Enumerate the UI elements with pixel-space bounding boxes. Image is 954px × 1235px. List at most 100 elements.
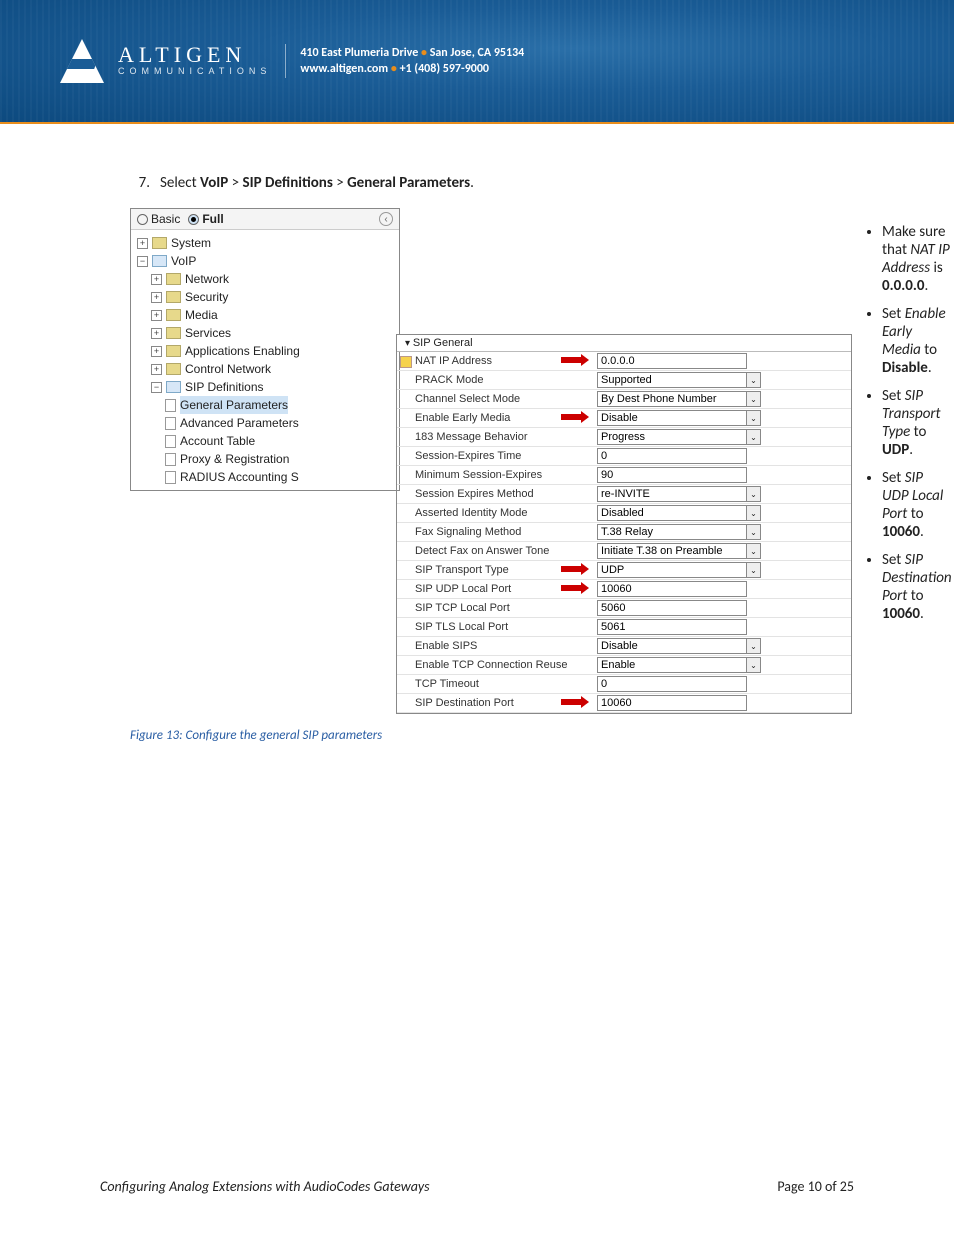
highlight-arrow-icon: [561, 696, 589, 708]
nav-tree-screenshot: Basic Full ‹ +System −VoIP +Network +Sec…: [130, 208, 400, 491]
highlight-arrow-icon: [561, 354, 589, 366]
form-row: SIP Transport Type⌄: [397, 561, 851, 580]
brand-name: ALTIGEN: [118, 44, 271, 66]
form-select[interactable]: [597, 657, 747, 673]
brand-subtitle: COMMUNICATIONS: [118, 66, 271, 78]
chevron-down-icon[interactable]: ⌄: [747, 486, 761, 502]
mode-basic-radio[interactable]: Basic: [137, 212, 180, 226]
form-select[interactable]: [597, 410, 747, 426]
form-row: SIP TLS Local Port: [397, 618, 851, 637]
form-select[interactable]: [597, 562, 747, 578]
form-label: Enable SIPS: [397, 638, 597, 654]
bullet-udp-port: Set SIP UDP Local Port to 10060.: [882, 469, 952, 541]
settings-bullets: Make sure that NAT IP Address is 0.0.0.0…: [876, 223, 952, 633]
tree-item-proxy-registration[interactable]: Proxy & Registration: [137, 450, 393, 468]
footer-title: Configuring Analog Extensions with Audio…: [100, 1178, 430, 1195]
form-select[interactable]: [597, 429, 747, 445]
form-label: Detect Fax on Answer Tone: [397, 543, 597, 559]
step-number: 7.: [130, 174, 150, 192]
form-row: SIP TCP Local Port: [397, 599, 851, 618]
tree-item-voip[interactable]: −VoIP: [137, 252, 393, 270]
form-select[interactable]: [597, 638, 747, 654]
highlight-arrow-icon: [561, 411, 589, 423]
chevron-down-icon[interactable]: ⌄: [747, 562, 761, 578]
form-row: Enable TCP Connection Reuse⌄: [397, 656, 851, 675]
form-select[interactable]: [597, 505, 747, 521]
tree-item-radius-accounting[interactable]: RADIUS Accounting S: [137, 468, 393, 486]
form-value-cell: ⌄: [597, 561, 851, 579]
form-value-cell: ⌄: [597, 428, 851, 446]
chevron-down-icon[interactable]: ⌄: [747, 638, 761, 654]
form-row: 183 Message Behavior ⌄: [397, 428, 851, 447]
form-value-cell: ⌄: [597, 656, 851, 674]
form-value-cell: ⌄: [597, 523, 851, 541]
form-input[interactable]: [597, 600, 747, 616]
form-select[interactable]: [597, 543, 747, 559]
tree-item-account-table[interactable]: Account Table: [137, 432, 393, 450]
chevron-down-icon[interactable]: ⌄: [747, 372, 761, 388]
form-row: Fax Signaling Method ⌄: [397, 523, 851, 542]
form-row: Channel Select Mode⌄: [397, 390, 851, 409]
form-value-cell: ⌄: [597, 485, 851, 503]
form-value-cell: ⌄: [597, 542, 851, 560]
bullet-nat-ip: Make sure that NAT IP Address is 0.0.0.0…: [882, 223, 952, 295]
form-input[interactable]: [597, 353, 747, 369]
tree-item-general-parameters[interactable]: General Parameters: [137, 396, 393, 414]
form-value-cell: [597, 352, 851, 370]
form-label: Minimum Session-Expires: [397, 467, 597, 483]
bullet-dest-port: Set SIP Destination Port to 10060.: [882, 551, 952, 623]
tree-item-control-network[interactable]: +Control Network: [137, 360, 393, 378]
mode-full-radio[interactable]: Full: [188, 212, 223, 226]
form-value-cell: ⌄: [597, 637, 851, 655]
chevron-down-icon[interactable]: ⌄: [747, 505, 761, 521]
form-value-cell: [597, 694, 851, 712]
logo-icon: [60, 39, 104, 83]
form-select[interactable]: [597, 372, 747, 388]
form-row: PRACK Mode ⌄: [397, 371, 851, 390]
chevron-down-icon[interactable]: ⌄: [747, 657, 761, 673]
tree-item-apps[interactable]: +Applications Enabling: [137, 342, 393, 360]
tree-item-services[interactable]: +Services: [137, 324, 393, 342]
form-label: PRACK Mode: [397, 372, 597, 388]
chevron-down-icon[interactable]: ⌄: [747, 429, 761, 445]
form-label: Fax Signaling Method: [397, 524, 597, 540]
form-label: 183 Message Behavior: [397, 429, 597, 445]
tree-item-network[interactable]: +Network: [137, 270, 393, 288]
form-input[interactable]: [597, 467, 747, 483]
form-input[interactable]: [597, 695, 747, 711]
form-label: Session Expires Method: [397, 486, 597, 502]
collapse-icon[interactable]: ‹: [379, 212, 393, 226]
tree-item-system[interactable]: +System: [137, 234, 393, 252]
chevron-down-icon[interactable]: ⌄: [747, 410, 761, 426]
form-select[interactable]: [597, 524, 747, 540]
form-row: NAT IP Address: [397, 352, 851, 371]
tree-item-sip-definitions[interactable]: −SIP Definitions: [137, 378, 393, 396]
form-label: Asserted Identity Mode: [397, 505, 597, 521]
form-row: TCP Timeout: [397, 675, 851, 694]
form-select[interactable]: [597, 486, 747, 502]
form-row: Session-Expires Time: [397, 447, 851, 466]
tree-item-advanced-parameters[interactable]: Advanced Parameters: [137, 414, 393, 432]
tree-item-security[interactable]: +Security: [137, 288, 393, 306]
form-input[interactable]: [597, 676, 747, 692]
chevron-down-icon[interactable]: ⌄: [747, 391, 761, 407]
company-address: 410 East Plumeria Drive • San Jose, CA 9…: [300, 45, 524, 77]
bullet-transport-type: Set SIP Transport Type to UDP.: [882, 387, 952, 459]
form-input[interactable]: [597, 448, 747, 464]
form-row: Enable Early Media⌄: [397, 409, 851, 428]
bullet-early-media: Set Enable Early Media to Disable.: [882, 305, 952, 377]
form-input[interactable]: [597, 619, 747, 635]
highlight-arrow-icon: [561, 563, 589, 575]
form-value-cell: ⌄: [597, 371, 851, 389]
form-row: SIP Destination Port: [397, 694, 851, 713]
form-label: SIP TLS Local Port: [397, 619, 597, 635]
form-value-cell: ⌄: [597, 409, 851, 427]
form-select[interactable]: [597, 391, 747, 407]
form-label: SIP TCP Local Port: [397, 600, 597, 616]
chevron-down-icon[interactable]: ⌄: [747, 524, 761, 540]
form-value-cell: [597, 447, 851, 465]
tree-item-media[interactable]: +Media: [137, 306, 393, 324]
chevron-down-icon[interactable]: ⌄: [747, 543, 761, 559]
form-label: TCP Timeout: [397, 676, 597, 692]
form-input[interactable]: [597, 581, 747, 597]
